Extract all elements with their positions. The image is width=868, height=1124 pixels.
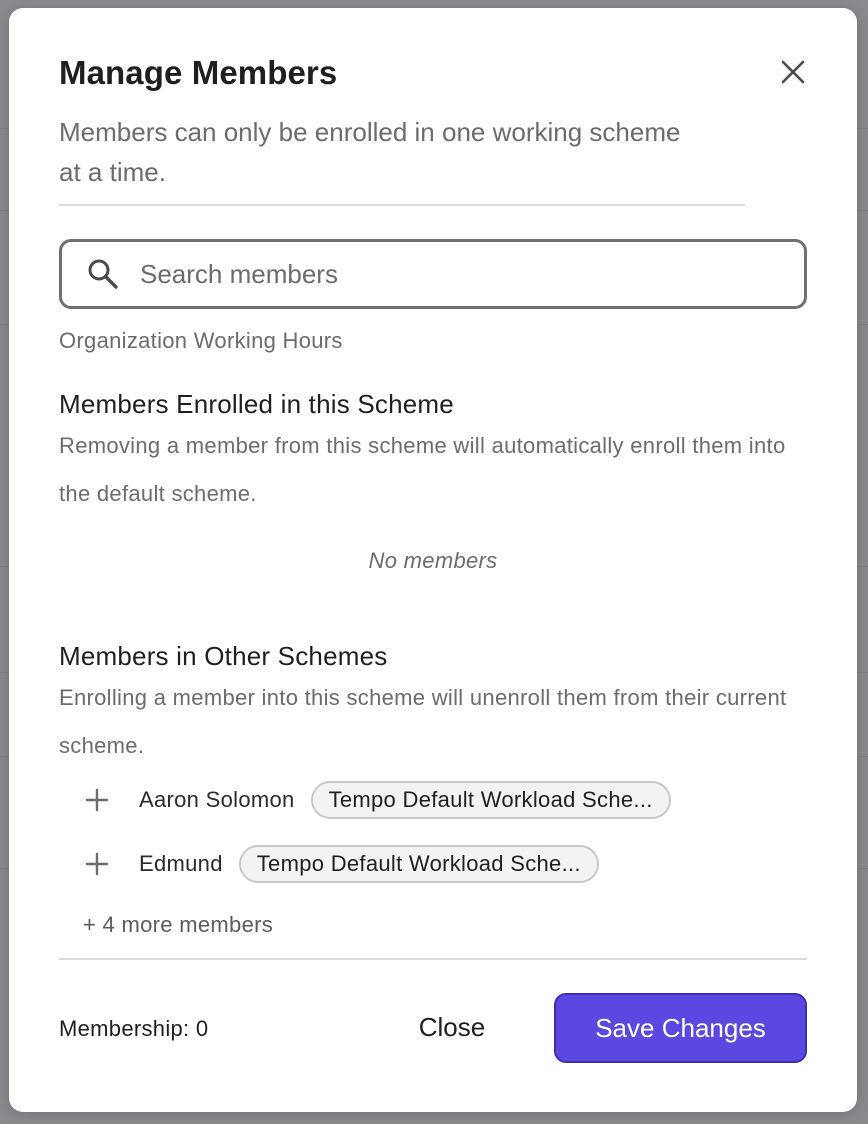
- close-icon: [781, 60, 805, 84]
- other-schemes-section-description: Enrolling a member into this scheme will…: [59, 685, 787, 758]
- close-button[interactable]: Close: [399, 1002, 505, 1052]
- save-changes-button[interactable]: Save Changes: [554, 993, 807, 1063]
- close-dialog-button[interactable]: [777, 56, 809, 88]
- enrolled-section-title: Members Enrolled in this Scheme: [59, 389, 454, 419]
- search-input[interactable]: [140, 258, 760, 290]
- add-member-button[interactable]: [83, 786, 111, 814]
- list-item: Aaron Solomon Tempo Default Workload Sch…: [83, 779, 671, 821]
- search-icon: [88, 259, 118, 289]
- member-name: Edmund: [139, 851, 223, 876]
- list-item: Edmund Tempo Default Workload Sche...: [83, 843, 599, 885]
- scheme-name-label: Organization Working Hours: [59, 328, 343, 353]
- empty-members-message: No members: [368, 548, 498, 573]
- dialog-title: Manage Members: [59, 54, 338, 91]
- show-more-members-link[interactable]: + 4 more members: [83, 912, 273, 938]
- member-name: Aaron Solomon: [139, 787, 295, 812]
- enrolled-section-description: Removing a member from this scheme will …: [59, 433, 786, 506]
- membership-count: Membership: 0: [59, 1016, 209, 1041]
- footer-divider: [59, 958, 807, 960]
- scheme-badge: Tempo Default Workload Sche...: [310, 781, 671, 819]
- scheme-badge: Tempo Default Workload Sche...: [238, 845, 599, 883]
- manage-members-dialog: Manage Members Members can only be enrol…: [9, 8, 857, 1112]
- search-field[interactable]: [59, 239, 807, 309]
- other-schemes-section-title: Members in Other Schemes: [59, 641, 388, 671]
- add-member-button[interactable]: [83, 850, 111, 878]
- header-divider: [59, 204, 745, 206]
- dialog-subtitle: Members can only be enrolled in one work…: [59, 117, 681, 187]
